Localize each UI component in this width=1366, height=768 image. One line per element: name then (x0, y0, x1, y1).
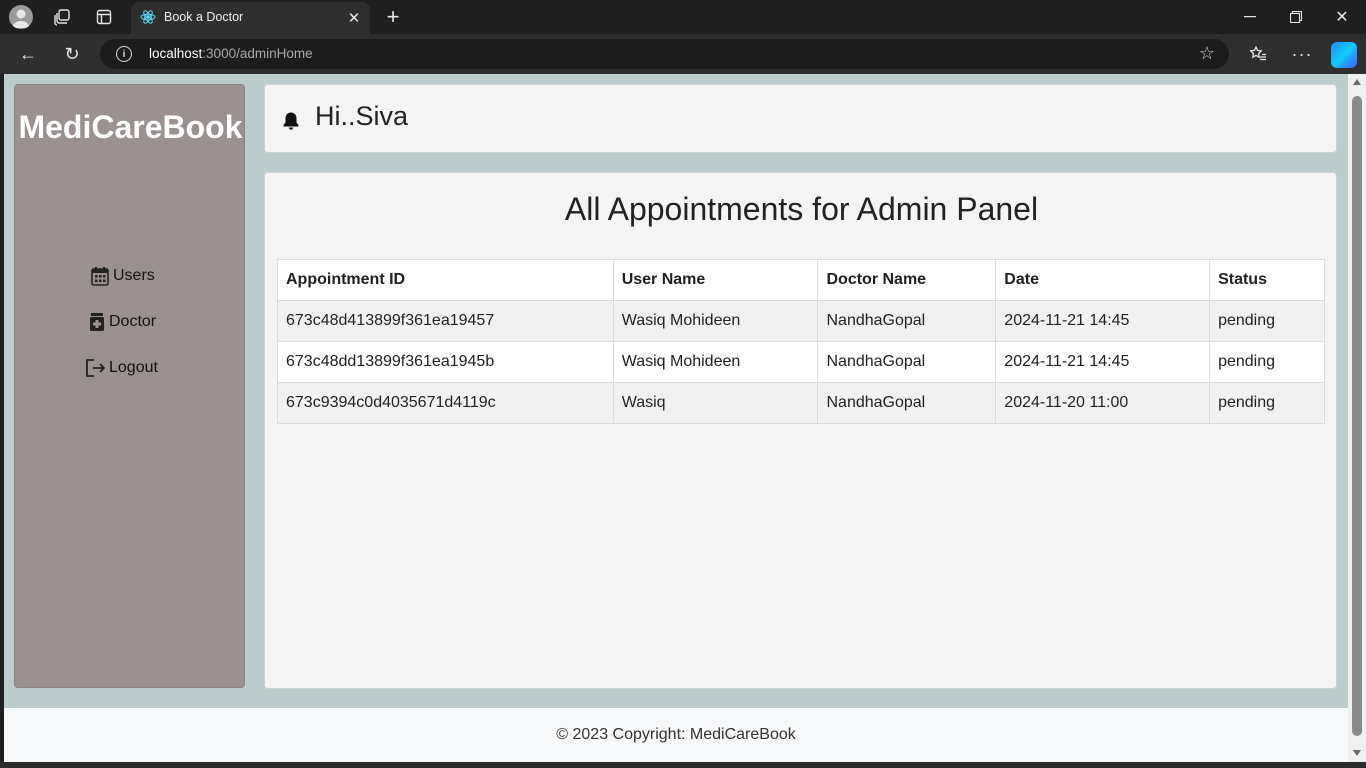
header-bar: Hi..Siva (264, 84, 1337, 153)
url-host: localhost (149, 46, 203, 61)
scrollbar-thumb[interactable] (1352, 96, 1362, 736)
column-header: Date (995, 259, 1211, 301)
sidebar-item-label: Logout (109, 359, 158, 376)
browser-tab-bar: Book a Doctor ✕ + ✕ (0, 0, 1366, 34)
doctor-name-cell: NandhaGopal (817, 341, 997, 383)
page-viewport: MediCareBook Users Doctor Logout Hi..Siv… (4, 74, 1348, 762)
url-path: :3000/adminHome (202, 46, 313, 61)
window-bottom-edge (0, 762, 1366, 768)
more-options-icon[interactable]: ··· (1290, 42, 1314, 66)
table-row: 673c48dd13899f361ea1945b Wasiq Mohideen … (277, 341, 1325, 383)
browser-nav-bar: ← ↻ i localhost:3000/adminHome ☆ ··· (0, 34, 1366, 74)
appointment-id-cell: 673c9394c0d4035671d4119c (277, 382, 614, 424)
medicine-bottle-icon (89, 312, 105, 332)
sidebar-item-doctor[interactable]: Doctor (89, 309, 156, 335)
date-cell: 2024-11-20 11:00 (995, 382, 1211, 424)
address-bar[interactable]: i localhost:3000/adminHome ☆ (100, 39, 1229, 69)
profile-avatar-icon[interactable] (9, 5, 33, 29)
doctor-name-cell: NandhaGopal (817, 300, 997, 342)
tab-book-a-doctor[interactable]: Book a Doctor ✕ (131, 2, 370, 34)
favorites-icon[interactable] (1246, 42, 1270, 66)
status-cell: pending (1209, 341, 1325, 383)
favorite-star-icon[interactable]: ☆ (1199, 43, 1215, 64)
scroll-up-arrow-icon[interactable] (1353, 79, 1361, 85)
bell-icon[interactable] (282, 111, 300, 136)
user-name-cell: Wasiq Mohideen (612, 300, 819, 342)
scroll-down-arrow-icon[interactable] (1353, 750, 1361, 756)
appointment-id-cell: 673c48d413899f361ea19457 (277, 300, 614, 342)
appointments-table: Appointment ID User Name Doctor Name Dat… (277, 259, 1325, 424)
workspaces-icon[interactable] (52, 7, 72, 27)
table-header-row: Appointment ID User Name Doctor Name Dat… (277, 259, 1325, 301)
status-cell: pending (1209, 382, 1325, 424)
column-header: User Name (612, 259, 819, 301)
column-header: Doctor Name (817, 259, 997, 301)
tab-title: Book a Doctor (164, 10, 244, 24)
copilot-icon[interactable] (1331, 42, 1357, 68)
sidebar-item-logout[interactable]: Logout (85, 355, 158, 381)
user-name-cell: Wasiq (612, 382, 819, 424)
new-tab-icon[interactable]: + (381, 4, 405, 29)
status-cell: pending (1209, 300, 1325, 342)
reload-icon[interactable]: ↻ (60, 42, 84, 66)
table-row: 673c9394c0d4035671d4119c Wasiq NandhaGop… (277, 382, 1325, 424)
date-cell: 2024-11-21 14:45 (995, 300, 1211, 342)
sidebar-item-users[interactable]: Users (91, 263, 155, 289)
column-header: Status (1209, 259, 1325, 301)
date-cell: 2024-11-21 14:45 (995, 341, 1211, 383)
close-tab-icon[interactable]: ✕ (344, 8, 364, 28)
page-title: All Appointments for Admin Panel (564, 191, 1039, 227)
site-info-icon[interactable]: i (116, 46, 132, 62)
restore-icon[interactable] (1282, 5, 1310, 29)
calendar-icon (91, 266, 109, 286)
react-logo-icon (140, 9, 156, 25)
vertical-scrollbar[interactable] (1348, 74, 1366, 762)
url-text[interactable]: localhost:3000/adminHome (149, 46, 313, 61)
column-header: Appointment ID (277, 259, 614, 301)
footer-copyright: © 2023 Copyright: MediCareBook (556, 726, 796, 743)
appointment-id-cell: 673c48dd13899f361ea1945b (277, 341, 614, 383)
greeting-text: Hi..Siva (315, 101, 409, 131)
sidebar-item-label: Users (113, 267, 155, 284)
close-window-icon[interactable]: ✕ (1328, 5, 1356, 29)
table-row: 673c48d413899f361ea19457 Wasiq Mohideen … (277, 300, 1325, 342)
appointments-panel: All Appointments for Admin Panel Appoint… (264, 172, 1337, 689)
tab-actions-icon[interactable] (94, 7, 114, 27)
footer: © 2023 Copyright: MediCareBook (4, 708, 1348, 762)
brand-logo-text: MediCareBook (18, 109, 243, 145)
user-name-cell: Wasiq Mohideen (612, 341, 819, 383)
logout-icon (85, 358, 105, 378)
back-arrow-icon[interactable]: ← (16, 42, 40, 66)
minimize-icon[interactable] (1236, 5, 1264, 29)
doctor-name-cell: NandhaGopal (817, 382, 997, 424)
sidebar: MediCareBook Users Doctor Logout (14, 84, 245, 688)
sidebar-item-label: Doctor (109, 313, 157, 330)
